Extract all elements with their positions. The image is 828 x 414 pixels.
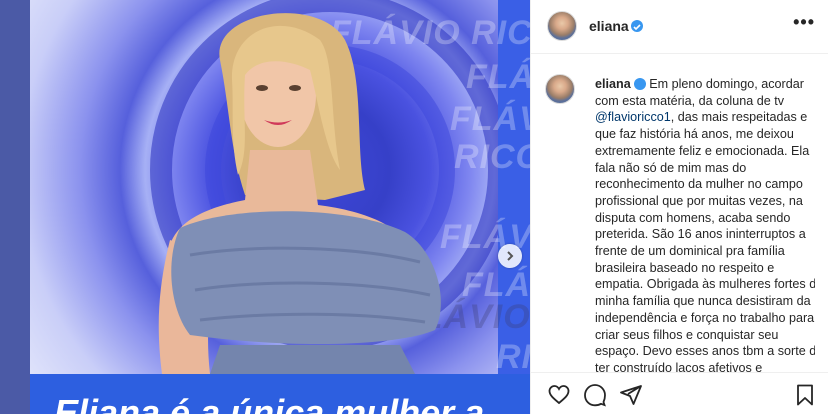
post-details-panel: eliana ••• eliana Em pleno domingo, acor… xyxy=(530,0,828,414)
action-bar xyxy=(531,372,828,414)
modal-backdrop[interactable] xyxy=(0,0,30,414)
header-username[interactable]: eliana xyxy=(589,18,629,34)
heart-icon[interactable] xyxy=(547,383,571,407)
caption-area: eliana Em pleno domingo, acordar com est… xyxy=(545,70,815,372)
avatar[interactable] xyxy=(547,11,577,41)
instagram-post-viewer: FLÁVIO RIC FLÁ FLÁV RICC FLÁVIO FLÁVIO F… xyxy=(0,0,828,414)
verified-badge-icon xyxy=(633,78,646,90)
more-options-icon[interactable]: ••• xyxy=(793,12,815,33)
chevron-right-icon xyxy=(507,251,514,261)
comment-icon[interactable] xyxy=(583,383,607,407)
headline-text: Eliana é a única mulher a xyxy=(54,392,485,414)
caption-avatar[interactable] xyxy=(545,74,575,104)
caption-username[interactable]: eliana xyxy=(595,77,631,91)
mention-link[interactable]: @flavioricco1 xyxy=(595,110,671,124)
next-image-button[interactable] xyxy=(498,244,522,268)
share-icon[interactable] xyxy=(619,383,643,407)
post-header: eliana ••• xyxy=(531,0,828,54)
verified-badge-icon xyxy=(631,20,643,32)
bookmark-icon[interactable] xyxy=(793,383,817,407)
person-photo xyxy=(158,13,441,374)
post-image[interactable]: FLÁVIO RIC FLÁ FLÁV RICC FLÁVIO FLÁVIO F… xyxy=(30,0,530,414)
caption-text: eliana Em pleno domingo, acordar com est… xyxy=(595,76,815,372)
caption-body-end: , das mais respeitadas e que faz históri… xyxy=(595,110,815,372)
